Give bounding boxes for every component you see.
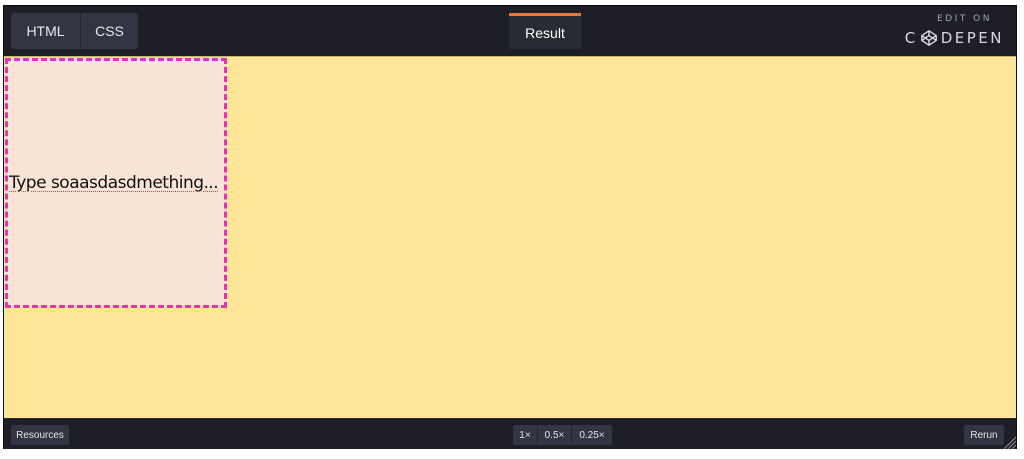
zoom-0-25x-button[interactable]: 0.25× <box>572 425 612 445</box>
edit-on-codepen-link[interactable]: EDIT ON C DEPEN <box>904 12 1004 52</box>
tab-css[interactable]: CSS <box>81 13 138 49</box>
rerun-button[interactable]: Rerun <box>964 425 1004 445</box>
edit-on-label: EDIT ON <box>937 14 992 24</box>
zoom-1x-button[interactable]: 1× <box>513 425 538 445</box>
zoom-controls: 1× 0.5× 0.25× <box>513 425 612 445</box>
resources-button[interactable]: Resources <box>11 425 69 445</box>
codepen-logo-icon <box>920 30 937 46</box>
wordmark-prefix: C <box>904 29 918 47</box>
editable-text[interactable]: Type soaasdasdmething... <box>8 173 219 193</box>
codepen-embed: HTML CSS Result EDIT ON C DEPEN Type soa… <box>3 5 1017 449</box>
tab-html[interactable]: HTML <box>11 13 81 49</box>
editable-box[interactable]: Type soaasdasdmething... <box>5 58 227 308</box>
zoom-0-5x-button[interactable]: 0.5× <box>538 425 572 445</box>
tab-result[interactable]: Result <box>509 13 581 49</box>
resize-grip-icon[interactable] <box>1002 435 1016 449</box>
embed-footer: Resources 1× 0.5× 0.25× Rerun <box>4 418 1016 449</box>
editor-tabs: HTML CSS <box>11 13 138 49</box>
result-preview: Type soaasdasdmething... <box>4 56 1016 418</box>
codepen-wordmark: C DEPEN <box>905 29 1004 47</box>
embed-header: HTML CSS Result EDIT ON C DEPEN <box>4 6 1016 56</box>
wordmark-suffix: DEPEN <box>940 29 1004 47</box>
